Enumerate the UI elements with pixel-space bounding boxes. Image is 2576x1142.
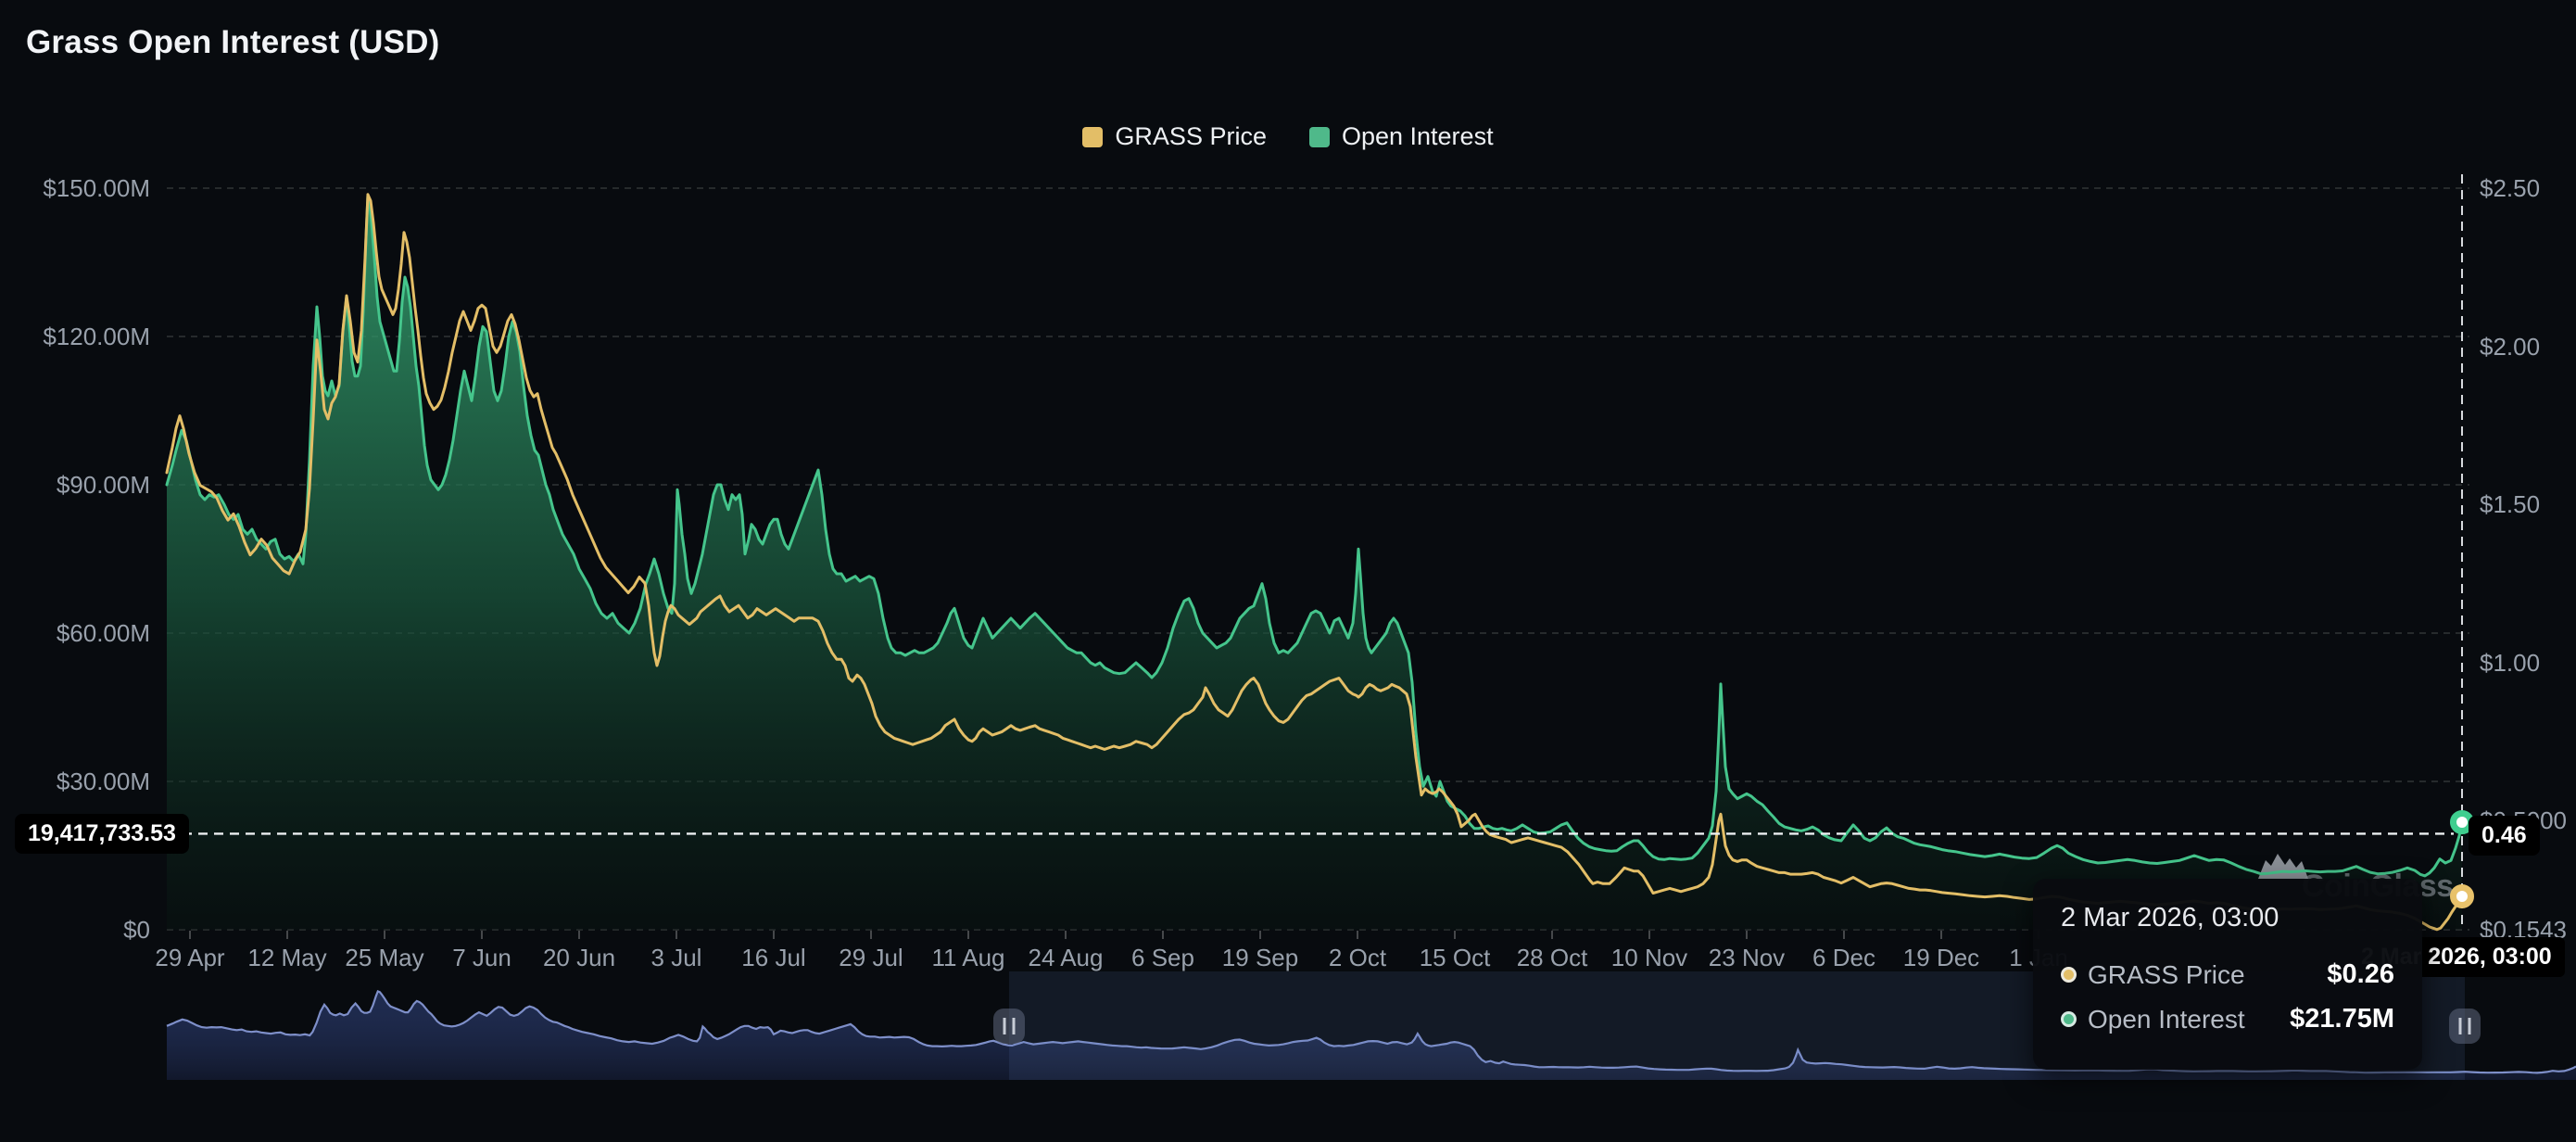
x-axis-tick: 23 Nov (1709, 944, 1785, 972)
x-axis-tick: 11 Aug (931, 944, 1004, 972)
x-axis-tick: 6 Sep (1131, 944, 1194, 972)
tooltip-date: 2 Mar 2026, 03:00 (2061, 903, 2394, 933)
x-axis-tick: 24 Aug (1029, 944, 1104, 972)
chart-root: Grass Open Interest (USD) GRASS PriceOpe… (0, 0, 2576, 1142)
tooltip-series-value: $0.26 (2327, 959, 2394, 990)
tooltip-series-label: GRASS Price (2088, 960, 2245, 990)
x-axis-tick: 15 Oct (1420, 944, 1491, 972)
right-axis-tick: $1.00 (2480, 649, 2540, 678)
x-axis-tick: 28 Oct (1517, 944, 1588, 972)
left-axis-tick: $30.00M (11, 768, 150, 796)
x-axis-tick: 16 Jul (741, 944, 805, 972)
open-interest-area (167, 196, 2462, 930)
last-point-marker-price (2454, 887, 2471, 905)
right-axis-tick: $2.50 (2480, 174, 2540, 203)
x-axis-tick: 20 Jun (543, 944, 615, 972)
series-dot-icon (2061, 1011, 2077, 1027)
tooltip-series-value: $21.75M (2290, 1004, 2394, 1034)
left-axis-tick: $150.00M (11, 174, 150, 203)
x-axis-tick: 10 Nov (1611, 944, 1687, 972)
x-axis-tick: 3 Jul (651, 944, 702, 972)
x-axis-tick: 29 Jul (839, 944, 903, 972)
x-axis-tick: 19 Dec (1903, 944, 1979, 972)
navigator-handle-right[interactable] (2449, 1009, 2481, 1044)
left-axis-tick: $90.00M (11, 471, 150, 500)
x-axis-tick: 29 Apr (155, 944, 224, 972)
left-axis-tick: $0 (11, 916, 150, 945)
watermark-logo-icon (2258, 854, 2308, 879)
left-axis-tick: $60.00M (11, 619, 150, 648)
tooltip: 2 Mar 2026, 03:00 GRASS Price $0.26 Open I… (2033, 879, 2422, 1070)
x-axis-tick: 12 May (247, 944, 326, 972)
x-axis-tick: 7 Jun (452, 944, 511, 972)
tooltip-series-label: Open Interest (2088, 1005, 2245, 1034)
right-axis-tick: $2.00 (2480, 333, 2540, 362)
left-axis-tick: $120.00M (11, 323, 150, 351)
tooltip-row: Open Interest $21.75M (2061, 1004, 2394, 1034)
x-axis-tick: 25 May (345, 944, 423, 972)
series-dot-icon (2061, 967, 2077, 983)
crosshair-oi-value-badge: 19,417,733.53 (15, 814, 189, 854)
x-axis-tick: 2 Oct (1329, 944, 1386, 972)
right-axis-tick: $1.50 (2480, 490, 2540, 519)
tooltip-row: GRASS Price $0.26 (2061, 959, 2394, 990)
crosshair-price-value-badge: 0.46 (2469, 816, 2540, 856)
x-axis-tick: 6 Dec (1812, 944, 1875, 972)
navigator-handle-left[interactable] (993, 1009, 1025, 1044)
x-axis-tick: 19 Sep (1222, 944, 1298, 972)
